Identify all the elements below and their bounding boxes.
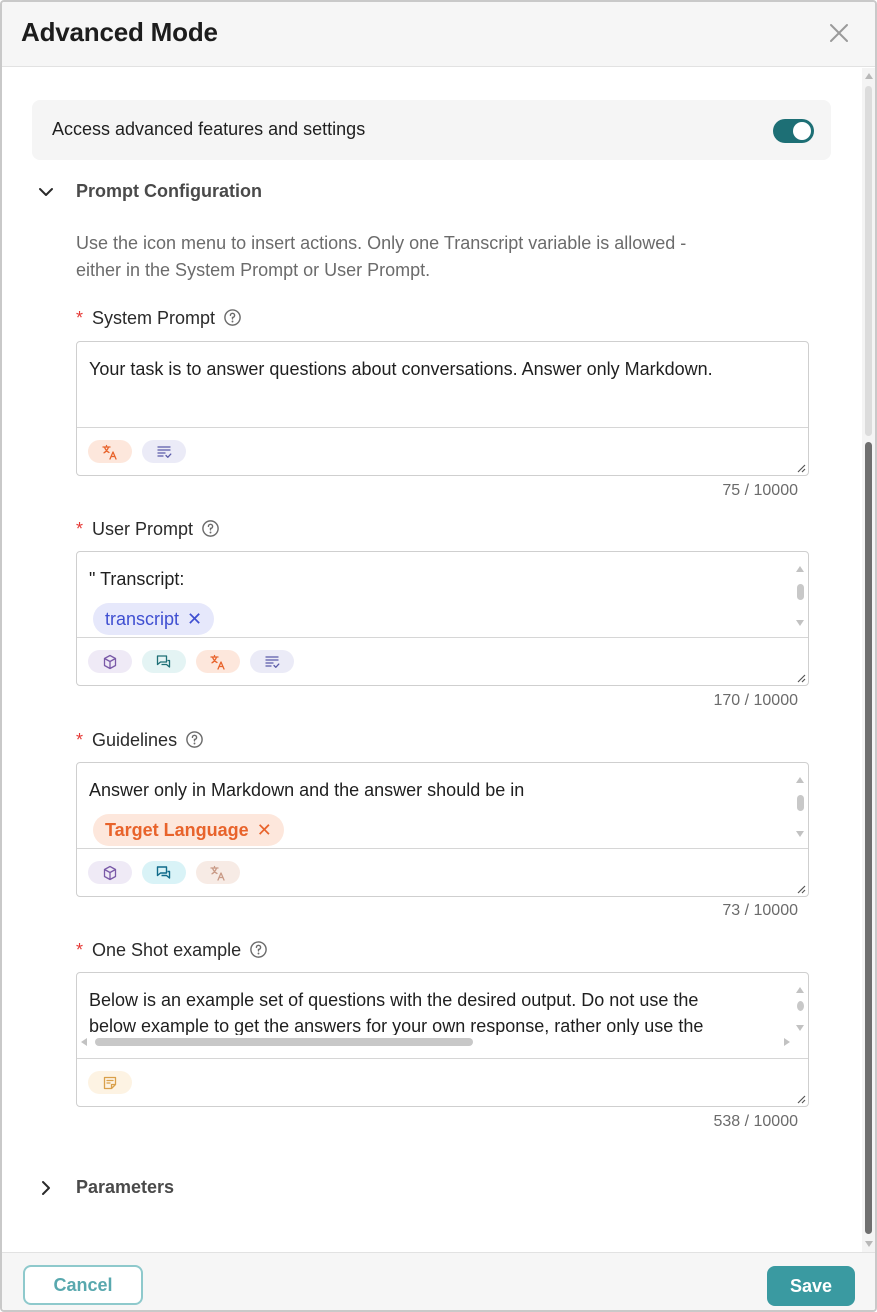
resize-handle-icon[interactable] — [796, 1094, 806, 1104]
user-prompt-counter: 170 / 10000 — [713, 692, 798, 709]
remove-chip-icon[interactable]: ✕ — [187, 609, 202, 630]
advanced-features-label: Access advanced features and settings — [52, 119, 366, 139]
parameters-title: Parameters — [76, 1177, 175, 1197]
chat-icon[interactable] — [142, 861, 186, 884]
advanced-features-card: Access advanced features and settings — [32, 100, 831, 160]
cube-icon[interactable] — [88, 861, 132, 884]
one-shot-example-vscrollbar[interactable] — [794, 987, 806, 1031]
helper-text-line-2: either in the System Prompt or User Prom… — [76, 260, 431, 280]
toggle-knob — [793, 122, 811, 140]
resize-handle-icon[interactable] — [796, 673, 806, 683]
required-star: * — [76, 940, 84, 960]
guidelines-label: * Guidelines — [76, 730, 204, 752]
help-icon[interactable] — [223, 308, 242, 327]
guidelines-toolbar — [77, 849, 808, 896]
resize-handle-icon[interactable] — [796, 884, 806, 894]
system-prompt-editor[interactable]: Your task is to answer questions about c… — [76, 341, 809, 476]
system-prompt-label-text: System Prompt — [92, 308, 216, 328]
translate-icon[interactable] — [88, 440, 132, 463]
required-star: * — [76, 730, 84, 750]
one-shot-example-text-line-1[interactable]: Below is an example set of questions wit… — [89, 989, 698, 1011]
user-prompt-editor[interactable]: " Transcript: transcript ✕ — [76, 551, 809, 686]
save-button[interactable]: Save — [767, 1266, 855, 1306]
dialog-body[interactable]: Access advanced features and settings Pr… — [2, 68, 862, 1252]
system-prompt-counter: 75 / 10000 — [722, 482, 798, 499]
guidelines-editor[interactable]: Answer only in Markdown and the answer s… — [76, 762, 809, 897]
chevron-right-icon — [42, 1181, 50, 1195]
helper-text: Use the icon menu to insert actions. Onl… — [76, 230, 796, 284]
one-shot-example-counter: 538 / 10000 — [713, 1113, 798, 1130]
user-prompt-label-text: User Prompt — [92, 519, 194, 539]
help-icon[interactable] — [185, 730, 204, 749]
prompt-configuration-title: Prompt Configuration — [76, 181, 262, 201]
dialog-header: Advanced Mode — [2, 2, 875, 67]
scroll-up-icon[interactable] — [865, 73, 873, 79]
note-icon[interactable] — [88, 1071, 132, 1094]
chat-icon[interactable] — [142, 650, 186, 673]
dialog-footer: Cancel Save — [2, 1252, 875, 1310]
required-star: * — [76, 519, 84, 539]
help-icon[interactable] — [201, 519, 220, 538]
translate-icon[interactable] — [196, 861, 240, 884]
one-shot-example-toolbar — [77, 1059, 808, 1106]
guidelines-content[interactable]: Answer only in Markdown and the answer s… — [77, 763, 808, 849]
dialog-scrollbar[interactable] — [862, 68, 875, 1252]
advanced-features-toggle[interactable] — [773, 119, 814, 143]
guidelines-counter: 73 / 10000 — [722, 902, 798, 919]
user-prompt-label: * User Prompt — [76, 519, 220, 541]
one-shot-example-hscrollbar[interactable] — [77, 1035, 808, 1049]
close-icon[interactable] — [826, 20, 852, 46]
resize-handle-icon[interactable] — [796, 463, 806, 473]
system-prompt-label: * System Prompt — [76, 308, 242, 330]
advanced-mode-dialog: Advanced Mode Access advanced features a… — [0, 0, 877, 1312]
transcript-chip-label: transcript — [105, 608, 180, 629]
help-icon[interactable] — [249, 940, 268, 959]
list-check-icon[interactable] — [142, 440, 186, 463]
user-prompt-toolbar — [77, 638, 808, 685]
user-prompt-scrollbar[interactable] — [794, 566, 806, 626]
target-language-chip[interactable]: Target Language ✕ — [93, 814, 284, 846]
cube-icon[interactable] — [88, 650, 132, 673]
one-shot-example-text-line-2[interactable]: below example to get the answers for you… — [89, 1015, 703, 1035]
transcript-chip[interactable]: transcript ✕ — [93, 603, 215, 635]
one-shot-example-label: * One Shot example — [76, 940, 268, 962]
guidelines-scrollbar[interactable] — [794, 777, 806, 837]
one-shot-example-content[interactable]: Below is an example set of questions wit… — [77, 973, 808, 1059]
system-prompt-toolbar — [77, 428, 808, 475]
dialog-title: Advanced Mode — [21, 17, 218, 47]
chevron-down-icon — [39, 188, 53, 196]
guidelines-label-text: Guidelines — [92, 730, 178, 750]
remove-chip-icon[interactable]: ✕ — [257, 820, 272, 841]
one-shot-example-editor[interactable]: Below is an example set of questions wit… — [76, 972, 809, 1107]
system-prompt-text[interactable]: Your task is to answer questions about c… — [89, 358, 713, 380]
one-shot-example-label-text: One Shot example — [92, 940, 242, 960]
user-prompt-text[interactable]: " Transcript: — [89, 568, 184, 590]
translate-icon[interactable] — [196, 650, 240, 673]
guidelines-text[interactable]: Answer only in Markdown and the answer s… — [89, 779, 524, 801]
target-language-chip-label: Target Language — [105, 819, 249, 840]
system-prompt-content[interactable]: Your task is to answer questions about c… — [77, 342, 808, 428]
helper-text-line-1: Use the icon menu to insert actions. Onl… — [76, 233, 687, 253]
user-prompt-content[interactable]: " Transcript: transcript ✕ — [77, 552, 808, 638]
required-star: * — [76, 308, 84, 328]
scroll-down-icon[interactable] — [865, 1241, 873, 1247]
list-check-icon[interactable] — [250, 650, 294, 673]
cancel-button[interactable]: Cancel — [23, 1265, 143, 1305]
scrollbar-thumb[interactable] — [865, 442, 872, 1234]
scrollbar-track — [865, 86, 872, 436]
